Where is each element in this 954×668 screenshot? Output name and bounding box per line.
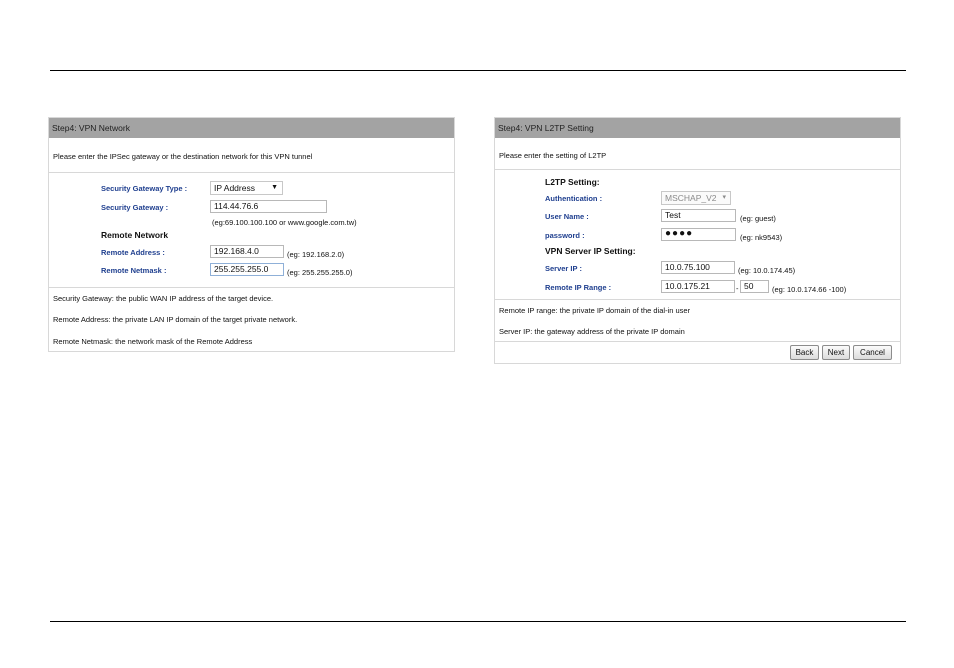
intro-text: Please enter the IPSec gateway or the de… (53, 152, 313, 161)
user-name-input[interactable]: Test (661, 209, 736, 222)
remote-ip-range-separator: - (736, 284, 739, 293)
panel-header: Step4: VPN L2TP Setting (495, 118, 900, 138)
divider (49, 287, 454, 288)
note-remote-ip-range: Remote IP range: the private IP domain o… (499, 306, 691, 315)
remote-netmask-input[interactable]: 255.255.255.0 (210, 263, 284, 276)
authentication-label: Authentication : (545, 194, 603, 203)
server-ip-input[interactable]: 10.0.75.100 (661, 261, 735, 274)
security-gateway-type-label: Security Gateway Type : (101, 184, 188, 193)
back-button[interactable]: Back (790, 345, 819, 360)
remote-address-example: (eg: 192.168.2.0) (287, 250, 345, 259)
remote-ip-range-end-input[interactable]: 50 (740, 280, 769, 293)
remote-address-input[interactable]: 192.168.4.0 (210, 245, 284, 258)
divider (495, 341, 900, 342)
remote-ip-range-label: Remote IP Range : (545, 283, 612, 292)
remote-ip-range-example: (eg: 10.0.174.66 -100) (772, 285, 847, 294)
divider (495, 169, 900, 170)
security-gateway-type-select[interactable]: IP Address ▼ (210, 181, 283, 195)
user-name-label: User Name : (545, 212, 589, 221)
panel-header: Step4: VPN Network (49, 118, 454, 138)
server-ip-example: (eg: 10.0.174.45) (738, 266, 796, 275)
password-label: password : (545, 231, 585, 240)
password-input[interactable]: ●●●● (661, 228, 736, 241)
next-button[interactable]: Next (822, 345, 850, 360)
server-ip-label: Server IP : (545, 264, 582, 273)
divider (49, 172, 454, 173)
bottom-rule (50, 621, 906, 622)
note-remote-netmask: Remote Netmask: the network mask of the … (53, 337, 253, 346)
intro-text: Please enter the setting of L2TP (499, 151, 607, 160)
divider (495, 299, 900, 300)
note-security-gateway: Security Gateway: the public WAN IP addr… (53, 294, 274, 303)
vpn-server-ip-title: VPN Server IP Setting: (545, 246, 636, 256)
security-gateway-input[interactable]: 114.44.76.6 (210, 200, 327, 213)
security-gateway-label: Security Gateway : (101, 203, 169, 212)
security-gateway-example: (eg:69.100.100.100 or www.google.com.tw) (212, 218, 357, 227)
remote-netmask-example: (eg: 255.255.255.0) (287, 268, 353, 277)
remote-address-label: Remote Address : (101, 248, 165, 257)
top-rule (50, 70, 906, 71)
password-example: (eg: nk9543) (740, 233, 783, 242)
remote-netmask-label: Remote Netmask : (101, 266, 167, 275)
l2tp-setting-title: L2TP Setting: (545, 177, 600, 187)
authentication-select[interactable]: MSCHAP_V2 ▾ (661, 191, 731, 205)
cancel-button[interactable]: Cancel (853, 345, 892, 360)
remote-ip-range-start-input[interactable]: 10.0.175.21 (661, 280, 735, 293)
note-remote-address: Remote Address: the private LAN IP domai… (53, 315, 298, 324)
note-server-ip: Server IP: the gateway address of the pr… (499, 327, 685, 336)
chevron-down-icon: ▾ (722, 194, 726, 201)
vpn-network-panel: Step4: VPN Network Please enter the IPSe… (48, 117, 455, 352)
remote-network-title: Remote Network (101, 230, 169, 240)
chevron-down-icon: ▼ (271, 184, 278, 191)
user-name-example: (eg: guest) (740, 214, 776, 223)
vpn-l2tp-panel: Step4: VPN L2TP Setting Please enter the… (494, 117, 901, 364)
